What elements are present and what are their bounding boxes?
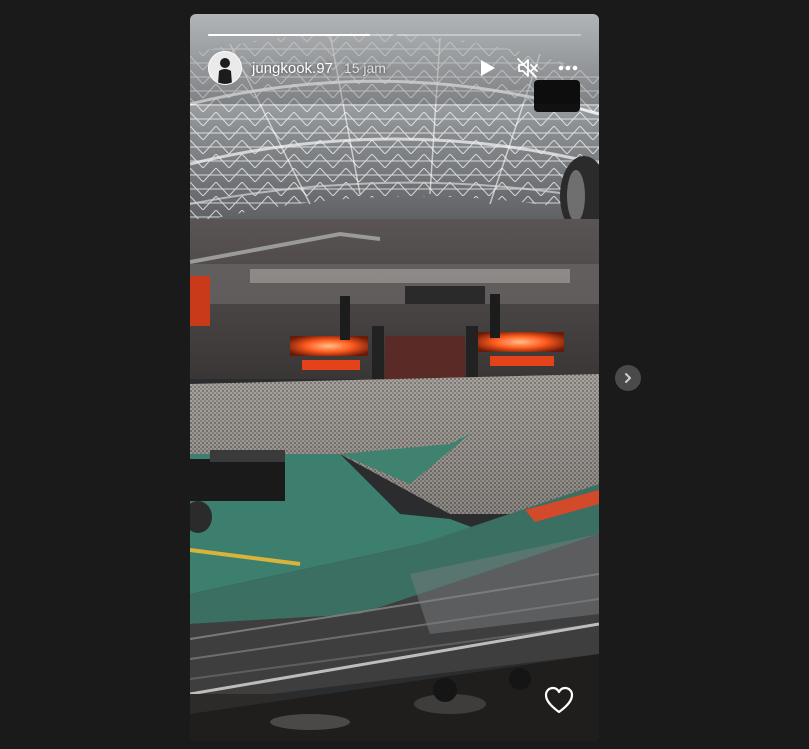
story-progress-bar <box>208 34 581 36</box>
story-media-photo <box>190 14 599 741</box>
progress-segment-next <box>396 34 581 36</box>
username[interactable]: jungkook.97 <box>252 60 333 77</box>
avatar[interactable] <box>208 51 242 85</box>
story-header: jungkook.97 15 jam <box>208 50 581 86</box>
muted-speaker-icon[interactable] <box>515 55 541 81</box>
profile-photo <box>209 52 241 84</box>
story-controls <box>475 55 581 81</box>
chevron-right-icon <box>625 373 631 383</box>
progress-segment-active <box>208 34 393 36</box>
play-icon[interactable] <box>475 55 501 81</box>
story-viewer[interactable]: jungkook.97 15 jam <box>190 14 599 741</box>
heart-icon[interactable] <box>544 686 574 714</box>
more-horizontal-icon[interactable] <box>555 55 581 81</box>
timestamp: 15 jam <box>343 60 386 76</box>
next-story-button[interactable] <box>615 365 641 391</box>
